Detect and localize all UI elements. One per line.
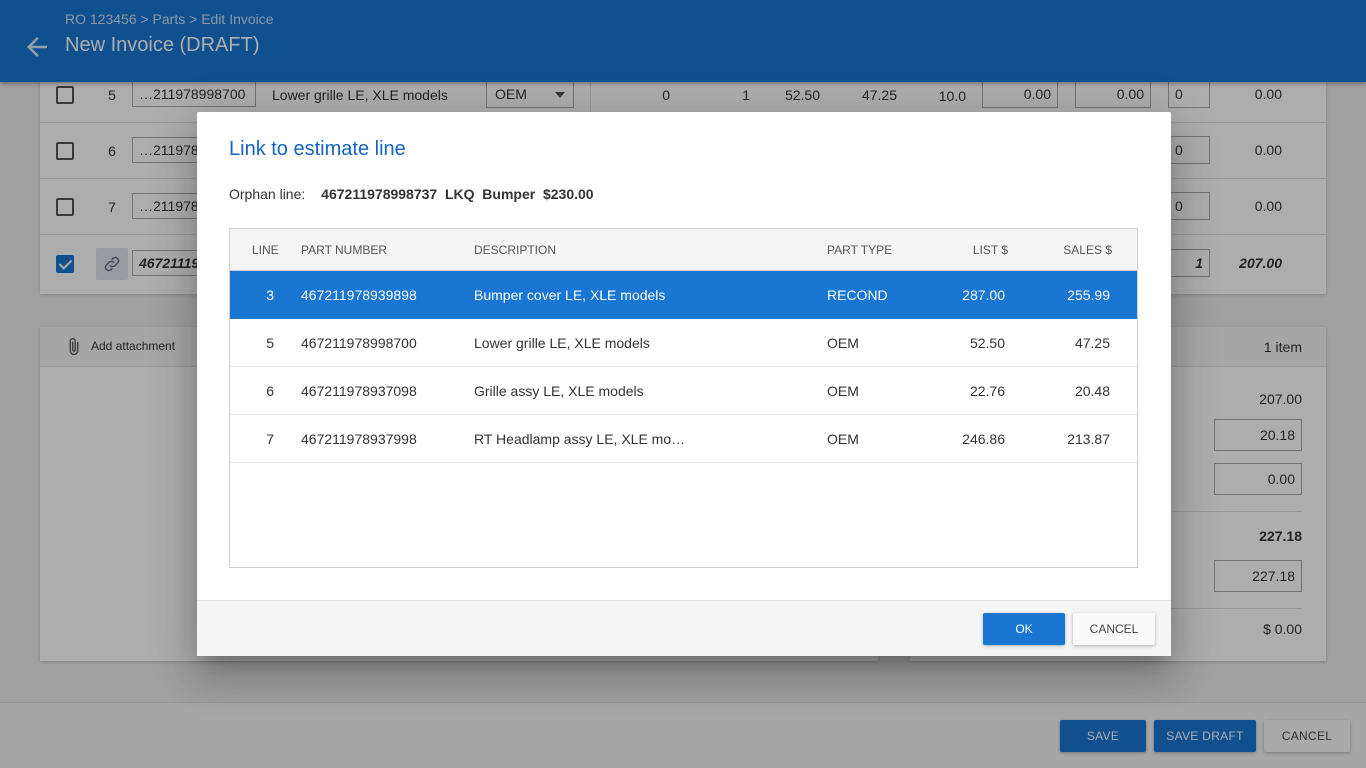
dialog-title: Link to estimate line: [229, 138, 406, 160]
cell-part-number: 467211978939898: [301, 287, 417, 303]
col-list[interactable]: LIST $: [930, 243, 1008, 257]
estimate-row[interactable]: 6 467211978937098 Grille assy LE, XLE mo…: [230, 367, 1137, 415]
cell-part-type: OEM: [827, 431, 859, 447]
cell-part-number: 467211978937098: [301, 383, 417, 399]
cell-description: RT Headlamp assy LE, XLE mo…: [474, 431, 686, 447]
col-line[interactable]: LINE: [252, 243, 279, 257]
col-part-number[interactable]: PART NUMBER: [301, 243, 387, 257]
cell-line: 6: [266, 383, 274, 399]
cell-part-number: 467211978998700: [301, 335, 417, 351]
cell-part-type: OEM: [827, 335, 859, 351]
estimate-row[interactable]: 5 467211978998700 Lower grille LE, XLE m…: [230, 319, 1137, 367]
cell-line: 7: [266, 431, 274, 447]
orphan-value: 467211978998737 LKQ Bumper $230.00: [321, 186, 594, 202]
cell-part-type: RECOND: [827, 287, 888, 303]
dialog-cancel-button[interactable]: CANCEL: [1073, 613, 1155, 645]
orphan-line-info: Orphan line: 467211978998737 LKQ Bumper …: [229, 186, 594, 202]
cell-list: 287.00: [962, 287, 1005, 303]
cell-list: 246.86: [962, 431, 1005, 447]
link-estimate-dialog: Link to estimate line Orphan line: 46721…: [197, 112, 1171, 656]
cell-list: 22.76: [969, 383, 1005, 399]
cell-line: 3: [266, 287, 274, 303]
cell-sales: 213.87: [1067, 431, 1110, 447]
estimate-lines-table: LINE PART NUMBER DESCRIPTION PART TYPE L…: [229, 228, 1138, 568]
cell-description: Lower grille LE, XLE models: [474, 335, 650, 351]
cell-description: Bumper cover LE, XLE models: [474, 287, 666, 303]
cell-line: 5: [266, 335, 274, 351]
orphan-label: Orphan line:: [229, 186, 306, 202]
table-header: LINE PART NUMBER DESCRIPTION PART TYPE L…: [230, 229, 1137, 271]
cell-sales: 20.48: [1074, 383, 1110, 399]
col-part-type[interactable]: PART TYPE: [827, 243, 892, 257]
estimate-row[interactable]: 3 467211978939898 Bumper cover LE, XLE m…: [230, 271, 1137, 319]
cell-list: 52.50: [969, 335, 1005, 351]
cell-part-number: 467211978937998: [301, 431, 417, 447]
cell-part-type: OEM: [827, 383, 859, 399]
cell-description: Grille assy LE, XLE models: [474, 383, 644, 399]
dialog-actions: OK CANCEL: [197, 600, 1171, 656]
col-sales[interactable]: SALES $: [1030, 243, 1112, 257]
cell-sales: 255.99: [1067, 287, 1110, 303]
cell-sales: 47.25: [1074, 335, 1110, 351]
estimate-row[interactable]: 7 467211978937998 RT Headlamp assy LE, X…: [230, 415, 1137, 463]
col-description[interactable]: DESCRIPTION: [474, 243, 556, 257]
ok-button[interactable]: OK: [983, 613, 1065, 645]
